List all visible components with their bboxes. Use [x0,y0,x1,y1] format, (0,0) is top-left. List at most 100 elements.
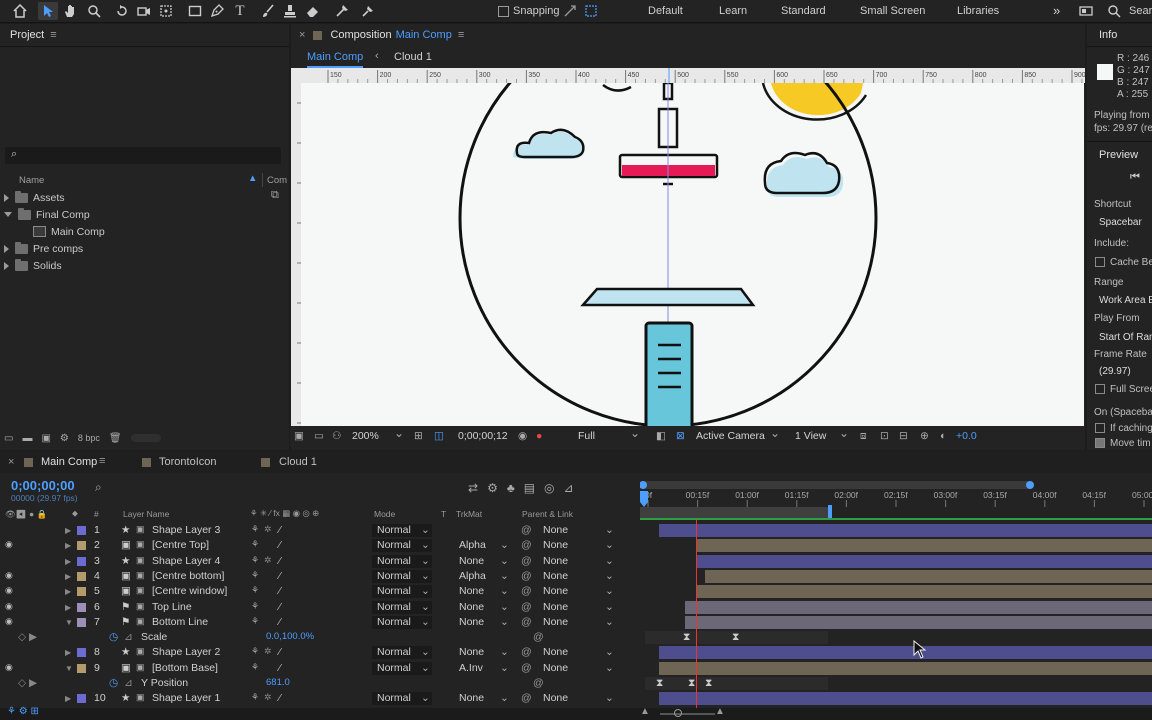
layer-row[interactable]: ◉ ▶ 4 ▣ ▣ [Centre bottom] ⚘ ⁄ Normal ⌄ Alpha ⌄ @ None… [0,569,1152,584]
preview-title[interactable]: Preview [1099,149,1138,161]
layer-row[interactable]: ▶ 1 ★ ▣ Shape Layer 3 ⚘ ✲ ⁄ Normal ⌄ @ None ⌄ [0,523,1152,538]
keyframe-nav-icon[interactable]: ◇ ▶ [18,631,37,643]
parent-dropdown[interactable]: None [543,662,568,674]
keyframe-icon[interactable]: ⧗ [732,631,739,644]
chevron-down-icon[interactable]: ⌄ [605,692,614,704]
timeline-tab-main-comp[interactable]: Main Comp [41,456,97,468]
cache-before-checkbox[interactable]: Cache Bef [1095,257,1152,268]
layer-label-swatch[interactable] [77,648,86,658]
zoom-out-icon[interactable]: ▲ [640,706,650,717]
first-frame-button[interactable]: ⏮ [1130,171,1140,184]
trkmat-dropdown[interactable]: None [459,555,484,567]
puppet-tool-icon[interactable] [358,2,378,20]
timeline-current-time[interactable]: 0;00;00;00 [11,478,75,493]
trkmat-dropdown[interactable]: None [459,646,484,658]
workspace-default[interactable]: Default [648,5,683,17]
workspace-standard[interactable]: Standard [781,5,826,17]
work-area-bar[interactable] [640,507,830,518]
layer-duration-bar[interactable] [697,585,1152,599]
chevron-down-icon[interactable]: ⌄ [500,692,509,704]
keyframe-icon[interactable]: ⧗ [656,677,663,690]
expand-arrow-icon[interactable] [4,244,9,253]
trkmat-column-header[interactable]: TrkMat [456,509,482,519]
timeline-zoom-slider[interactable] [660,713,715,715]
rectangle-tool-icon[interactable] [185,2,205,20]
panel-menu-icon[interactable]: ≡ [99,455,105,467]
label-column-icon[interactable]: ⬥ [72,508,78,519]
quality-switch-icon[interactable]: ⁄ [279,692,281,704]
current-time-display[interactable]: 0;00;00;12 [458,430,508,442]
camera-view-dropdown[interactable]: Active Camera [696,426,780,442]
keyframe-icon[interactable]: ⧗ [688,677,695,690]
always-preview-icon[interactable]: ▣ [294,430,304,442]
chevron-down-icon[interactable]: ⌄ [605,616,614,628]
selection-tool-icon[interactable] [38,2,58,20]
expand-arrow-icon[interactable] [4,193,9,202]
full-screen-checkbox[interactable]: Full Scree [1095,384,1152,395]
layer-row[interactable]: ◉ ▶ 6 ⚑ ▣ Top Line ⚘ ⁄ Normal ⌄ None ⌄ @ None ⌄ [0,600,1152,615]
pick-whip-icon[interactable]: @ [521,585,532,597]
layer-duration-bar[interactable] [697,554,1152,568]
frame-blending-icon[interactable]: ▤ [524,481,535,495]
shy-switch-icon[interactable]: ⚘ [251,692,259,703]
search-help-icon[interactable] [1104,2,1124,20]
trash-icon[interactable]: 🗑 [109,433,122,444]
sort-ascending-icon[interactable]: ▲ [248,173,257,184]
quality-switch-icon[interactable]: ⁄ [279,555,281,567]
zoom-slider-handle[interactable] [674,709,682,717]
shy-switch-icon[interactable]: ⚘ [251,601,259,612]
eye-icon[interactable]: ◉ [5,601,13,612]
quality-switch-icon[interactable]: ⁄ [279,601,281,613]
layer-label-swatch[interactable] [77,602,86,612]
layer-label-swatch[interactable] [77,541,86,551]
layer-label-swatch[interactable] [77,526,86,535]
frame-rate-dropdown[interactable]: (29.97) [1099,366,1131,377]
parent-dropdown[interactable]: None [543,616,568,628]
chevron-down-icon[interactable]: ⌄ [421,555,430,567]
collapse-switch-icon[interactable]: ✲ [264,555,272,566]
new-folder-icon[interactable]: ▬ [22,433,32,444]
brush-tool-icon[interactable] [258,2,278,20]
layer-name[interactable]: Shape Layer 1 [152,692,220,704]
chevron-down-icon[interactable]: ⌄ [421,524,430,536]
chevron-down-icon[interactable]: ⌄ [605,570,614,582]
blend-mode-dropdown[interactable]: Normal [377,524,411,536]
shy-switch-icon[interactable]: ⚘ [251,616,259,627]
move-time-checkbox[interactable]: Move tim [1095,438,1151,449]
pick-whip-icon[interactable]: @ [521,570,532,582]
project-settings-icon[interactable]: ⚙ [60,433,69,444]
pick-whip-icon[interactable]: @ [521,539,532,551]
quality-switch-icon[interactable]: ⁄ [279,585,281,597]
trkmat-dropdown[interactable]: None [459,601,484,613]
info-title[interactable]: Info [1099,29,1117,41]
exposure-icon[interactable]: ◐ [940,430,946,442]
keyframe-icon[interactable]: ⧗ [683,631,690,644]
shy-switch-icon[interactable]: ⚘ [251,585,259,596]
graph-icon[interactable]: ⊿ [124,631,133,643]
layer-row[interactable]: ◉ ▶ 2 ▣ ▣ [Centre Top] ⚘ ⁄ Normal ⌄ Alpha ⌄ @ None ⌄ [0,538,1152,553]
layer-name[interactable]: Bottom Line [152,616,208,628]
layer-row[interactable]: ▶ 10 ★ ▣ Shape Layer 1 ⚘ ✲ ⁄ Normal ⌄ None ⌄ @ None ⌄ [0,691,1152,706]
tower-pod-graphic[interactable] [580,287,756,307]
camera-tool-icon[interactable] [134,2,154,20]
flowchart-view-icon[interactable]: ⊡ [880,430,889,442]
chevron-down-icon[interactable]: ⌄ [421,585,430,597]
shy-switch-icon[interactable]: ⚘ [251,646,259,657]
toggle-switches-icon[interactable]: ⚘ ⚙ ⊞ [7,706,39,717]
switches-column-icons[interactable]: ⚘ ✳ ⁄ fx ▦ ◉ ◎ ⊕ [250,508,319,519]
chevron-down-icon[interactable]: ⌄ [500,570,509,582]
layer-duration-bar[interactable] [659,661,1152,675]
parent-dropdown[interactable]: None [543,555,568,567]
expand-arrow-icon[interactable]: ▶ [65,557,71,566]
if-caching-checkbox[interactable]: If caching [1095,423,1152,434]
pick-whip-icon[interactable]: @ [521,555,532,567]
chevron-down-icon[interactable]: ⌄ [605,601,614,613]
trkmat-dropdown[interactable]: None [459,616,484,628]
range-dropdown[interactable]: Work Area E [1099,295,1152,306]
chevron-down-icon[interactable]: ⌄ [500,585,509,597]
expand-arrow-icon[interactable]: ▶ [65,648,71,657]
layer-name[interactable]: [Centre window] [152,585,227,597]
trkmat-dropdown[interactable]: Alpha [459,539,486,551]
shy-switch-icon[interactable]: ⚘ [251,539,259,550]
collapse-switch-icon[interactable]: ✲ [264,692,272,703]
